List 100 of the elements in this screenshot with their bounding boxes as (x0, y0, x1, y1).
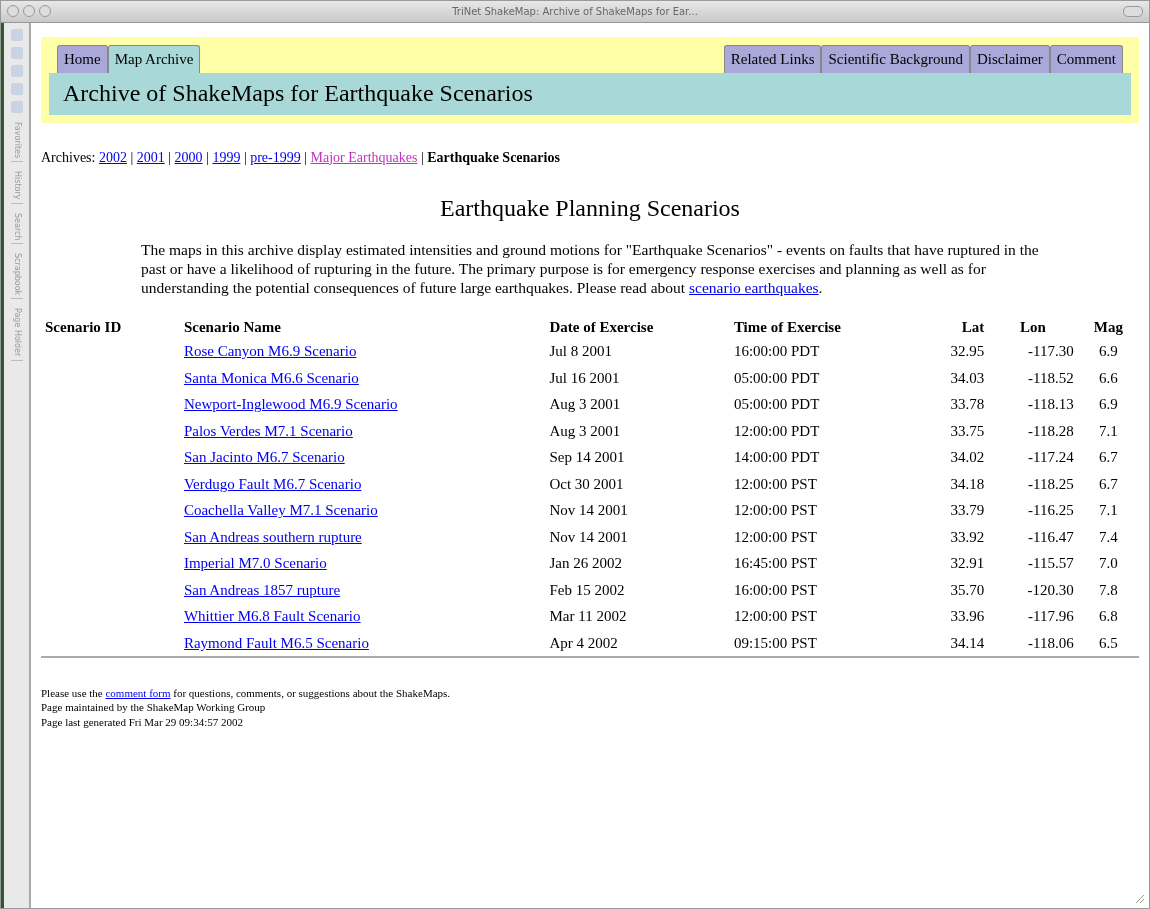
table-cell-text: 12:00:00 PST (732, 607, 818, 627)
table-cell-text: 6.9 (1097, 342, 1119, 362)
nav-tab[interactable]: Related Links (723, 45, 822, 73)
table-cell-text: 16:00:00 PDT (732, 342, 821, 362)
current-archive: Earthquake Scenarios (427, 149, 560, 165)
column-header: Mag (1092, 317, 1124, 337)
archive-link[interactable]: Major Earthquakes (310, 149, 418, 165)
intro-paragraph: The maps in this archive display estimated intensities and ground motions for "Earthquake Scenarios" - events on faults that have ruptured in the past or have a likelihood of rupturing in the future. The primary purpose is for emergency response exercises and planning as well as for understanding the potential consequences of future large earthquakes. Please read about scenario earthquakes. (141, 239, 1039, 298)
window-zoom-button[interactable] (39, 5, 51, 17)
table-cell-text: Mar 11 2002 (548, 607, 628, 627)
archive-link[interactable]: pre-1999 (250, 149, 301, 165)
column-header: Scenario Name (182, 317, 282, 337)
table-cell-text: -115.57 (1026, 554, 1075, 574)
table-cell-text: -116.47 (1026, 527, 1075, 547)
table-cell: 34.14 (919, 629, 989, 658)
comment-form-link[interactable]: comment form (105, 687, 171, 700)
table-cell-text: Nov 14 2001 (548, 501, 629, 521)
table-cell-text: 32.95 (949, 342, 986, 362)
column-header: Lat (960, 317, 986, 337)
table-cell-text: 6.7 (1097, 474, 1119, 494)
table-cell-text: Sep 14 2001 (548, 448, 626, 468)
table-cell-text: 12:00:00 PST (732, 527, 818, 547)
footer-text: Page maintained by the ShakeMap Working Group (41, 700, 267, 715)
scenario-link[interactable]: San Andreas 1857 rupture (183, 581, 341, 598)
column-header: Time of Exercise (732, 317, 842, 337)
table-cell-text: 33.78 (949, 395, 986, 415)
table-cell-text: 7.1 (1097, 501, 1119, 521)
table-cell-text: -118.52 (1026, 368, 1075, 388)
table-cell-text: -117.24 (1026, 448, 1075, 468)
table-cell-text: -116.25 (1026, 501, 1075, 521)
archive-link[interactable]: 2002 (98, 149, 127, 165)
scenario-link[interactable]: Palos Verdes M7.1 Scenario (183, 422, 353, 439)
table-cell-text: 16:00:00 PST (732, 580, 818, 600)
table-cell-text: 12:00:00 PST (732, 474, 818, 494)
window-close-button[interactable] (7, 5, 19, 17)
toolbar-toggle-button[interactable] (1123, 6, 1143, 17)
table-cell-text: Jul 16 2001 (548, 368, 621, 388)
table-cell-text: Jul 8 2001 (548, 342, 613, 362)
table-cell-text: 05:00:00 PDT (732, 395, 821, 415)
nav-tab[interactable]: Scientific Background (821, 45, 970, 73)
column-header: Lon (1019, 317, 1047, 337)
table-cell-text: Nov 14 2001 (548, 527, 629, 547)
scenario-link[interactable]: Rose Canyon M6.9 Scenario (183, 343, 357, 360)
separator: | (243, 149, 247, 165)
scenario-link[interactable]: Coachella Valley M7.1 Scenario (183, 502, 378, 519)
table-cell-text: 6.6 (1097, 368, 1119, 388)
table-cell-text: -117.30 (1026, 342, 1075, 362)
table-cell-text: 33.75 (949, 421, 986, 441)
table-cell-text: 33.92 (949, 527, 986, 547)
table-cell-text: 32.91 (949, 554, 986, 574)
table-cell-text: Oct 30 2001 (548, 474, 625, 494)
scenario-link[interactable]: Newport-Inglewood M6.9 Scenario (183, 396, 398, 413)
table-cell-text: 16:45:00 PST (732, 554, 818, 574)
table-cell-text: -118.13 (1026, 395, 1075, 415)
table-cell-text: Feb 15 2002 (548, 580, 626, 600)
table-cell-text: -118.28 (1026, 421, 1075, 441)
nav-tab[interactable]: Map Archive (107, 45, 201, 73)
archive-link[interactable]: 1999 (212, 149, 241, 165)
nav-tab[interactable]: Comment (1049, 45, 1123, 73)
table-cell-text: Jan 26 2002 (548, 554, 623, 574)
table-cell: 09:15:00 PST (729, 629, 920, 658)
table-cell-text: 6.9 (1097, 395, 1119, 415)
table-cell-text: 6.8 (1097, 607, 1119, 627)
scenario-link[interactable]: Imperial M7.0 Scenario (183, 555, 327, 572)
scenario-link[interactable]: San Jacinto M6.7 Scenario (183, 449, 345, 466)
table-cell-text: -120.30 (1026, 580, 1075, 600)
table-cell-text: 34.18 (949, 474, 986, 494)
archive-link[interactable]: 2001 (136, 149, 165, 165)
archive-link[interactable]: 2000 (174, 149, 203, 165)
scenario-link[interactable]: Whittier M6.8 Fault Scenario (183, 608, 361, 625)
table-cell-text: 34.03 (949, 368, 986, 388)
separator: | (304, 149, 308, 165)
separator: | (168, 149, 172, 165)
separator: | (130, 149, 134, 165)
table-cell-text: 12:00:00 PDT (732, 421, 821, 441)
table-cell-text: 7.4 (1097, 527, 1119, 547)
separator: | (420, 149, 424, 165)
table-cell-text: 05:00:00 PDT (732, 368, 821, 388)
table-cell: Apr 4 2002 (545, 629, 730, 658)
resize-grip-icon[interactable] (1135, 894, 1145, 904)
table-cell-text: 7.1 (1097, 421, 1119, 441)
table-cell-text: -117.96 (1026, 607, 1075, 627)
table-cell-text: 35.70 (949, 580, 986, 600)
table-cell-text: 34.02 (949, 448, 986, 468)
table-cell-text: 12:00:00 PST (732, 501, 818, 521)
table-cell-text: 33.96 (949, 607, 986, 627)
page-banner: Archive of ShakeMaps for Earthquake Scenarios (49, 72, 1131, 115)
page-heading: Earthquake Planning Scenarios (439, 193, 741, 223)
archives-label: Archives: (41, 149, 96, 165)
scenario-link[interactable]: Raymond Fault M6.5 Scenario (183, 634, 369, 651)
table-cell: -118.06 (988, 629, 1078, 658)
scenario-link[interactable]: Verdugo Fault M6.7 Scenario (183, 475, 362, 492)
scenario-link[interactable]: Santa Monica M6.6 Scenario (183, 369, 359, 386)
scenario-link[interactable]: scenario earthquakes (689, 279, 819, 297)
nav-tab[interactable]: Disclaimer (970, 45, 1050, 73)
window-minimize-button[interactable] (23, 5, 35, 17)
column-header: Date of Exercise (548, 317, 655, 337)
scenario-link[interactable]: San Andreas southern rupture (183, 528, 362, 545)
table-cell: 6.5 (1077, 629, 1139, 658)
nav-tab[interactable]: Home (57, 45, 108, 73)
